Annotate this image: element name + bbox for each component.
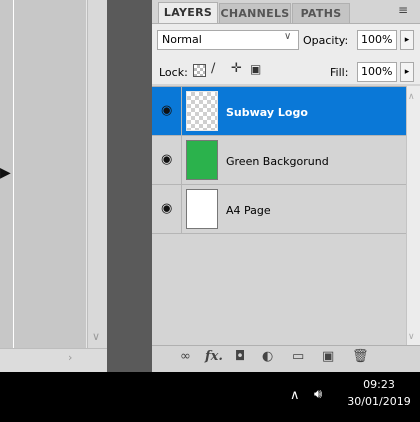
mask-icon[interactable]: ◘ [235, 349, 245, 364]
link-icon[interactable]: ∞ [180, 349, 191, 364]
lock-label: Lock: [159, 66, 188, 79]
adjustment-icon[interactable]: ◐ [262, 349, 273, 364]
lock-transparency-icon[interactable] [193, 64, 206, 77]
scroll-right-icon[interactable]: › [68, 351, 72, 364]
eye-icon[interactable]: ◉ [161, 103, 172, 118]
layer-name[interactable]: A4 Page [226, 204, 271, 217]
layer-name[interactable]: Green Backgorund [226, 155, 329, 168]
fill-field[interactable]: 100% [357, 62, 397, 82]
tab-layers[interactable]: LAYERS [158, 2, 218, 23]
tab-channels[interactable]: CHANNELS [219, 3, 291, 23]
clock-date[interactable]: 30/01/2019 [340, 395, 418, 408]
new-layer-icon[interactable]: ▣ [322, 349, 334, 364]
layer-thumbnail [186, 189, 218, 229]
eye-icon[interactable]: ◉ [161, 201, 172, 216]
blend-mode-select[interactable]: Normal [157, 30, 299, 50]
layer-thumbnail [186, 140, 218, 180]
layer-thumbnail [186, 91, 218, 131]
workspace-gutter [107, 0, 152, 372]
horizontal-scrollbar[interactable] [0, 348, 107, 373]
chevron-down-icon[interactable]: ∨ [284, 31, 291, 42]
layers-bottom-toolbar [152, 345, 420, 373]
layer-name[interactable]: Subway Logo [226, 106, 308, 119]
lock-pixels-icon[interactable]: ∕ [211, 61, 215, 76]
lock-all-icon[interactable]: ▣ [250, 62, 261, 76]
scroll-down-icon[interactable]: ∨ [92, 330, 100, 343]
trash-icon[interactable]: 🗑︎ [352, 349, 369, 364]
panel-menu-icon[interactable]: ≡ [398, 3, 408, 17]
fill-label: Fill: [330, 66, 349, 79]
clock-time[interactable]: 09:23 [340, 378, 418, 391]
fx-icon[interactable]: fx. [205, 349, 223, 364]
opacity-slider-arrow-icon[interactable]: ▸ [400, 30, 414, 50]
scroll-down-icon[interactable]: ∨ [408, 332, 415, 342]
volume-icon[interactable]: 🔊︎ [314, 387, 322, 402]
canvas-divider [13, 0, 14, 372]
eye-icon[interactable]: ◉ [161, 152, 172, 167]
scroll-up-icon[interactable]: ∧ [408, 92, 415, 102]
lock-position-icon[interactable]: ✛ [231, 61, 242, 76]
layer-list-scrollbar[interactable] [406, 86, 420, 345]
arrow-right-icon: ▶ [0, 165, 11, 181]
fill-slider-arrow-icon[interactable]: ▸ [400, 62, 414, 82]
folder-icon[interactable]: ▭ [292, 349, 304, 364]
opacity-label: Opacity: [303, 34, 349, 47]
vertical-scrollbar[interactable] [87, 0, 108, 348]
tray-chevron-up-icon[interactable]: ∧ [290, 388, 300, 403]
opacity-field[interactable]: 100% [357, 30, 397, 50]
tab-paths[interactable]: PATHS [292, 3, 350, 23]
